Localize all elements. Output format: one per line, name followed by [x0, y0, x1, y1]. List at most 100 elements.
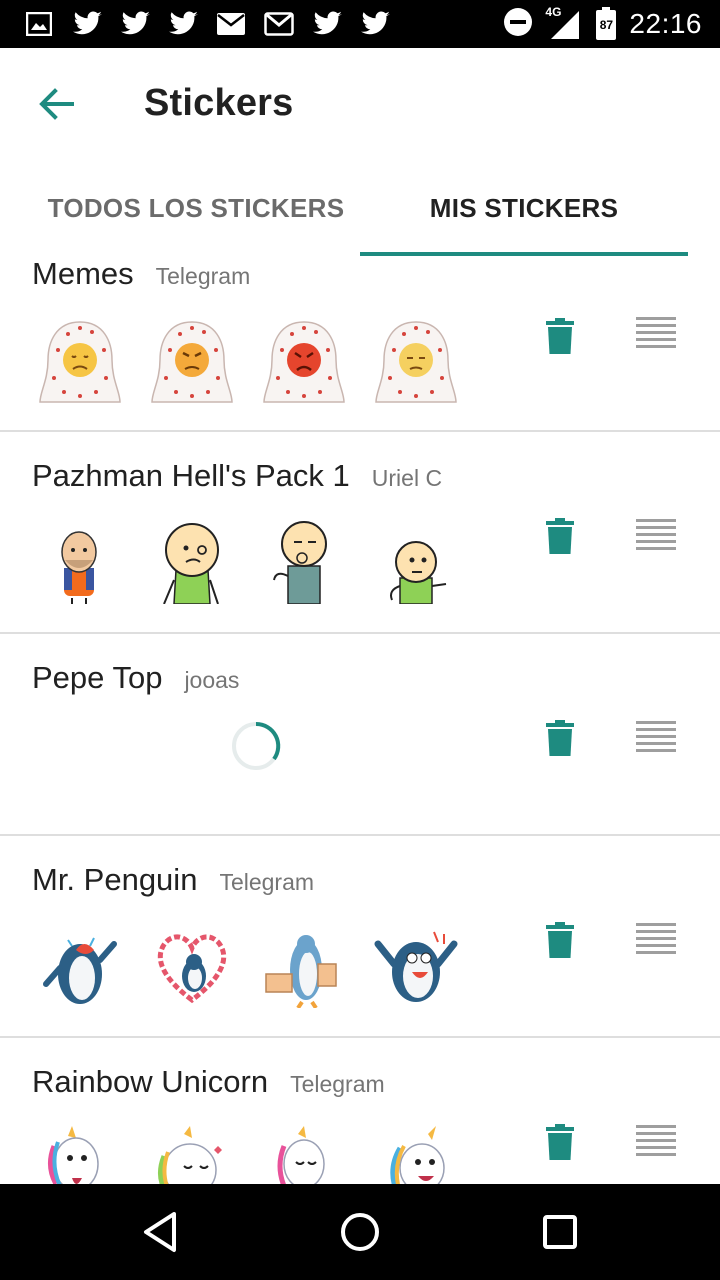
pack-author: jooas [184, 667, 240, 693]
pack-header: Pepe Top jooas [32, 660, 239, 704]
drag-handle-line [636, 1124, 676, 1128]
drag-handle-line [636, 720, 676, 724]
unicorn-hug-sticker [158, 1126, 222, 1184]
bald-man-sticker [61, 531, 97, 604]
unicorn-thumbs-sticker [277, 1126, 325, 1184]
home-circle-icon [341, 1213, 379, 1251]
notification-icons [0, 9, 392, 39]
thinking-cartoon-sticker [273, 521, 327, 604]
drag-handle-line [636, 525, 676, 529]
signal-icon: 4G [545, 5, 583, 41]
sticker-pack-row[interactable]: Mr. Penguin Telegram [0, 836, 720, 1038]
twitter-icon [70, 9, 104, 39]
drag-handle[interactable] [636, 514, 676, 554]
loading-spinner [232, 721, 281, 770]
drag-handle-line [636, 1138, 676, 1142]
arrow-back-icon [39, 88, 74, 120]
drag-handle-line [636, 546, 676, 550]
back-button[interactable] [26, 78, 86, 130]
trash-icon [546, 1124, 574, 1160]
sticker-preview-row [38, 924, 508, 1010]
pack-author: Telegram [155, 263, 251, 289]
pack-author: Telegram [290, 1071, 385, 1097]
gmail-icon [262, 9, 296, 39]
drag-handle[interactable] [636, 918, 676, 958]
pack-header: Mr. Penguin Telegram [32, 862, 314, 906]
nav-back-button[interactable] [136, 1208, 184, 1256]
drag-handle-line [636, 936, 676, 940]
sticker-pack-row[interactable]: Rainbow Unicorn Telegram [0, 1038, 720, 1184]
system-icons: 4G 87 22:16 [503, 0, 702, 48]
sticker-preview-row [38, 320, 508, 406]
delete-pack-button[interactable] [540, 512, 580, 560]
trash-icon [546, 318, 574, 354]
pack-name: Memes [32, 256, 134, 291]
drag-handle-line [636, 929, 676, 933]
drag-handle-line [636, 532, 676, 536]
tab-my-stickers[interactable]: MIS STICKERS [360, 160, 688, 256]
shocked-penguin-sticker [374, 931, 458, 1002]
nav-home-button[interactable] [336, 1208, 384, 1256]
twitter-icon [358, 9, 392, 39]
delete-pack-button[interactable] [540, 1118, 580, 1166]
delete-pack-button[interactable] [540, 714, 580, 762]
drag-handle-line [636, 330, 676, 334]
tab-bar: TODOS LOS STICKERS MIS STICKERS [0, 160, 720, 256]
drag-handle-line [636, 741, 676, 745]
gallery-icon [22, 9, 56, 39]
sticker-pack-list[interactable]: Memes Telegram Pazhman Hell's Pack 1 Uri… [0, 256, 720, 1184]
heart-penguin-sticker [157, 934, 227, 1004]
trash-icon [546, 518, 574, 554]
back-triangle-icon [144, 1212, 176, 1252]
delete-pack-button[interactable] [540, 916, 580, 964]
pack-name: Rainbow Unicorn [32, 1064, 269, 1099]
delete-pack-button[interactable] [540, 312, 580, 360]
drag-handle-line [636, 323, 676, 327]
navigation-bar [0, 1184, 720, 1280]
drag-handle-line [636, 1145, 676, 1149]
pack-name: Pepe Top [32, 660, 163, 695]
crying-penguin-sticker [43, 937, 117, 1004]
twitter-icon [310, 9, 344, 39]
pack-name: Mr. Penguin [32, 862, 198, 897]
drag-handle[interactable] [636, 312, 676, 352]
twitter-icon [118, 9, 152, 39]
drag-handle-line [636, 1152, 676, 1156]
pack-header: Pazhman Hell's Pack 1 Uriel C [32, 458, 442, 502]
drag-handle-line [636, 734, 676, 738]
sad-blanket-sticker [39, 321, 121, 403]
app-bar: Stickers [0, 48, 720, 160]
sticker-preview-row [38, 520, 508, 606]
trash-icon [546, 922, 574, 958]
unicorn-laugh-sticker [390, 1126, 445, 1184]
page-title: Stickers [144, 82, 294, 124]
drag-handle-line [636, 943, 676, 947]
sticker-pack-row[interactable]: Memes Telegram [0, 256, 720, 432]
unicorn-tongue-sticker [48, 1126, 99, 1184]
recents-square-icon [543, 1215, 577, 1249]
sticker-preview-row [38, 1126, 508, 1184]
mail-icon [214, 9, 248, 39]
worried-cartoon-sticker [163, 523, 219, 604]
tab-all-stickers[interactable]: TODOS LOS STICKERS [32, 160, 360, 256]
drag-handle-line [636, 922, 676, 926]
battery-level: 87 [599, 18, 614, 32]
drag-handle[interactable] [636, 716, 676, 756]
drag-handle-line [636, 727, 676, 731]
drag-handle-line [636, 316, 676, 320]
trash-icon [546, 720, 574, 756]
sticker-pack-row[interactable]: Pepe Top jooas [0, 634, 720, 836]
twitter-icon [166, 9, 200, 39]
status-bar: 4G 87 22:16 [0, 0, 720, 48]
pack-name: Pazhman Hell's Pack 1 [32, 458, 350, 493]
nav-recents-button[interactable] [536, 1208, 584, 1256]
clock: 22:16 [629, 8, 702, 39]
drag-handle[interactable] [636, 1120, 676, 1160]
drag-handle-line [636, 1131, 676, 1135]
thumbs-up-penguin-sticker [265, 935, 337, 1008]
drag-handle-line [636, 748, 676, 752]
sticker-pack-row[interactable]: Pazhman Hell's Pack 1 Uriel C [0, 432, 720, 634]
pack-header: Rainbow Unicorn Telegram [32, 1064, 385, 1108]
drag-handle-line [636, 950, 676, 954]
furious-blanket-sticker [263, 321, 345, 403]
